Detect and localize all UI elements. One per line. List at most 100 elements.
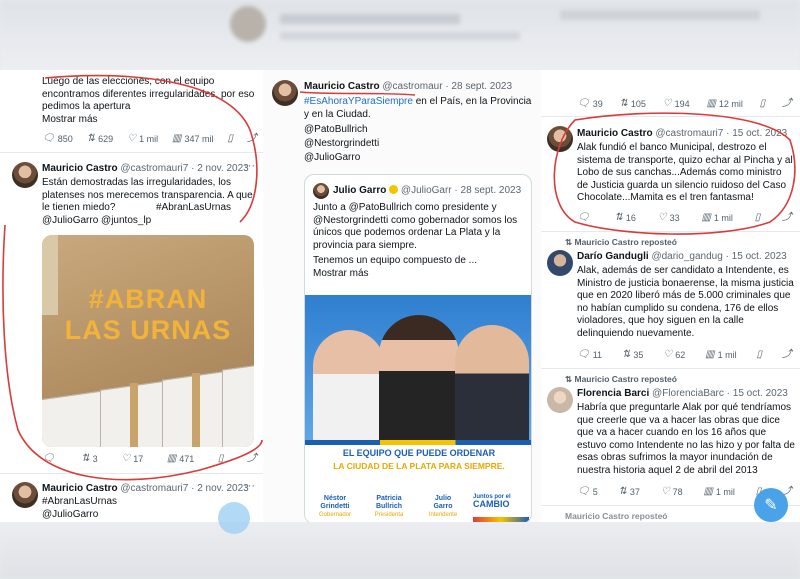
tweet-date[interactable]: · 2 nov. 2023 — [191, 163, 249, 174]
views-button[interactable]: ▥ 1 mil — [701, 213, 732, 224]
like-button[interactable]: ♡ 33 — [658, 213, 680, 224]
author-handle[interactable]: @castromauri7 — [120, 483, 188, 494]
share-button[interactable]: ⤴ — [782, 99, 792, 109]
author-name[interactable]: Mauricio Castro — [42, 483, 118, 494]
poster-stripe — [305, 440, 531, 445]
bookmark-button[interactable]: ▯ — [757, 350, 763, 360]
repost-button[interactable]: ⇅ 629 — [87, 134, 113, 145]
reply-button[interactable]: 🗨 5 — [577, 486, 598, 498]
repost-icon: ⇅ — [619, 98, 628, 109]
like-button[interactable]: ♡ 62 — [663, 349, 685, 361]
tweet-date[interactable]: · 15 oct. 2023 — [727, 388, 788, 399]
share-button[interactable]: ⤴ — [247, 134, 257, 144]
tweet-actions: 🗨 11 ⇅ 35 ♡ 62 ▥ 1 mil ▯ ⤴ — [577, 349, 792, 361]
avatar[interactable] — [547, 250, 573, 276]
author-handle[interactable]: @castromaur — [382, 81, 442, 92]
tweet-date[interactable]: · 15 oct. 2023 — [726, 251, 787, 262]
mention-link[interactable]: @JulioGarro — [304, 152, 360, 165]
bookmark-button[interactable]: ▯ — [227, 134, 233, 144]
compose-button-faded[interactable] — [218, 502, 250, 534]
like-button[interactable]: ♡ 194 — [662, 98, 690, 110]
tweet-image[interactable]: #ABRAN LAS URNAS — [42, 235, 254, 447]
more-icon[interactable]: ··· — [244, 480, 255, 492]
author-handle[interactable]: @dario_gandug — [651, 251, 722, 262]
blurred-background-top — [0, 0, 800, 78]
author-handle[interactable]: @FlorenciaBarc — [652, 388, 724, 399]
show-more-link[interactable]: Mostrar más — [313, 268, 369, 281]
author-handle[interactable]: @castromauri7 — [655, 128, 723, 139]
party-logo-bar — [473, 517, 529, 522]
like-button[interactable]: ♡ 1 mil — [127, 133, 158, 145]
tweet-date: · 28 sept. 2023 — [454, 185, 522, 196]
bookmark-icon: ▯ — [759, 98, 766, 109]
views-button[interactable]: ▥ 12 mil — [706, 99, 742, 110]
tweet-header: Florencia Barci @FlorenciaBarc · 15 oct.… — [577, 388, 788, 399]
author-name[interactable]: Florencia Barci — [577, 388, 649, 399]
author-name[interactable]: Mauricio Castro — [42, 163, 118, 174]
blurred-background-bottom — [0, 518, 800, 579]
tweet-actions: 🗨 ⇅ 3 ♡ 17 ▥ 471 ▯ ⤴ — [42, 454, 257, 465]
bookmark-button[interactable]: ▯ — [755, 213, 761, 223]
hashtag-link[interactable]: #AbranLasUrnas — [156, 202, 231, 215]
tweet-header: Mauricio Castro @castromauri7 · 15 oct. … — [577, 128, 787, 139]
reply-button[interactable]: 🗨 — [42, 454, 58, 464]
verified-icon — [389, 185, 399, 194]
share-icon: ⤴ — [246, 453, 257, 464]
reply-button[interactable]: 🗨 39 — [577, 99, 603, 110]
like-icon: ♡ — [663, 349, 673, 360]
repost-button[interactable]: ⇅ 37 — [619, 487, 640, 498]
reply-button[interactable]: 🗨 850 — [42, 134, 73, 145]
share-icon: ⤴ — [781, 349, 792, 360]
reply-icon: 🗨 — [577, 486, 590, 497]
show-more-link[interactable]: Mostrar más — [42, 114, 98, 127]
mention-link[interactable]: @Nestorgrindetti — [304, 138, 379, 151]
share-button[interactable]: ⤴ — [782, 350, 792, 360]
tweet-date[interactable]: · 2 nov. 2023 — [191, 483, 249, 494]
mentions-link[interactable]: @JulioGarro @juntos_lp — [42, 215, 151, 228]
reply-button[interactable]: 🗨 11 — [577, 349, 602, 361]
bookmark-button[interactable]: ▯ — [760, 99, 766, 109]
views-button[interactable]: ▥ 347 mil — [172, 134, 213, 145]
like-icon: ♡ — [662, 98, 672, 109]
like-button[interactable]: ♡ 17 — [121, 454, 143, 465]
quoted-tweet-card[interactable]: Julio Garro @JulioGarr · 28 sept. 2023 J… — [304, 174, 532, 522]
repost-button[interactable]: ⇅ 16 — [614, 213, 635, 224]
avatar[interactable] — [272, 80, 298, 106]
share-button[interactable]: ⤴ — [247, 454, 257, 464]
avatar[interactable] — [12, 482, 38, 508]
candidates-photo — [305, 295, 531, 440]
reply-icon: 🗨 — [577, 349, 590, 360]
repost-button[interactable]: ⇅ 105 — [619, 98, 645, 110]
author-handle[interactable]: @castromauri7 — [120, 163, 188, 174]
views-button[interactable]: ▥ 1 mil — [703, 487, 734, 498]
quoted-text-continued: Tenemos un equipo compuesto de ... — [313, 255, 477, 266]
like-button[interactable]: ♡ 78 — [661, 487, 683, 498]
bookmark-icon: ▯ — [756, 349, 763, 360]
hashtag-link[interactable]: #EsAhoraYParaSiempre — [304, 96, 413, 107]
bookmark-button[interactable]: ▯ — [218, 454, 224, 464]
tweet-text: Luego de las elecciones, con el equipo e… — [42, 76, 255, 113]
more-icon[interactable]: ··· — [244, 160, 255, 172]
views-button[interactable]: ▥ 1 mil — [705, 350, 736, 361]
avatar[interactable] — [12, 162, 38, 188]
compose-button[interactable]: ✎ — [754, 488, 788, 522]
tweet-date[interactable]: · 15 oct. 2023 — [726, 128, 787, 139]
tweet-date[interactable]: · 28 sept. 2023 — [445, 81, 512, 92]
avatar[interactable] — [547, 387, 573, 413]
author-name[interactable]: Mauricio Castro — [577, 128, 653, 139]
share-button[interactable]: ⤴ — [782, 213, 792, 223]
like-icon: ♡ — [127, 133, 137, 144]
repost-button[interactable]: ⇅ 35 — [622, 350, 643, 361]
tweet-text: #EsAhoraYParaSiempre en el País, en la P… — [304, 96, 532, 120]
avatar[interactable] — [547, 126, 573, 152]
author-name[interactable]: Mauricio Castro — [304, 81, 380, 92]
reply-button[interactable]: 🗨 — [577, 213, 593, 223]
repost-button[interactable]: ⇅ 3 — [81, 454, 97, 465]
author-name[interactable]: Darío Gandugli — [577, 251, 649, 262]
mention-link[interactable]: @PatoBullrich — [304, 124, 368, 137]
hashtag-link[interactable]: #AbranLasUrnas — [42, 496, 117, 509]
mention-link[interactable]: @JulioGarro — [42, 509, 98, 522]
image-text-line2: LAS URNAS — [64, 315, 232, 345]
tweet-panel-left: Luego de las elecciones, con el equipo e… — [0, 70, 263, 522]
views-button[interactable]: ▥ 471 — [167, 454, 194, 465]
